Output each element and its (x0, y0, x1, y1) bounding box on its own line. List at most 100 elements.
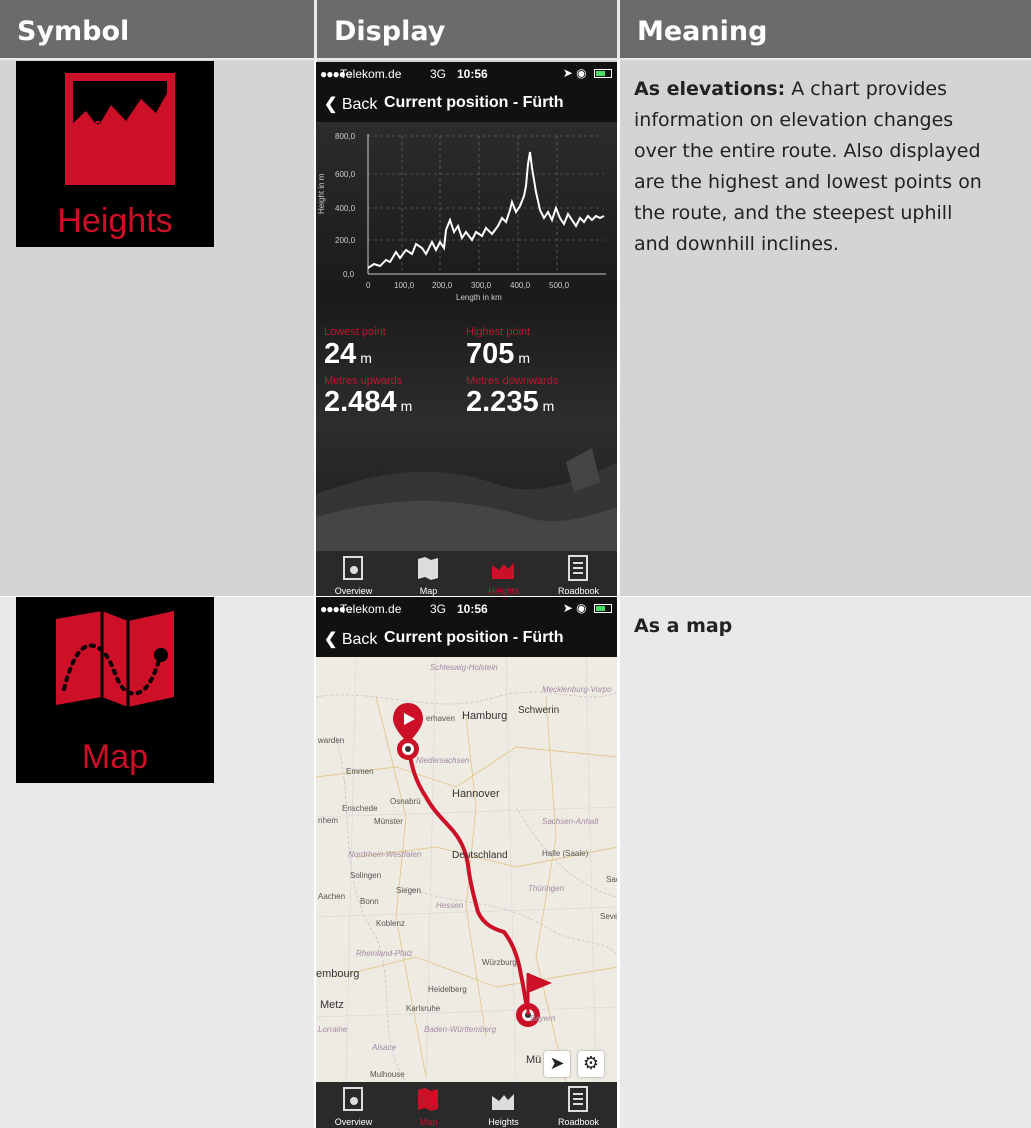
metres-downwards-value: 2.235 m (466, 386, 555, 418)
map-label: erhaven (426, 714, 455, 723)
status-icons: ➤ ◉ (563, 601, 612, 615)
map-label: Mü (526, 1054, 542, 1066)
nav-title: Current position - Fürth (384, 94, 564, 111)
meaning-heading: As elevations: (634, 78, 786, 100)
map-label: Siegen (396, 886, 421, 895)
map-label: Hannover (452, 788, 500, 800)
tab-bar: Overview Map Heights Roadbook (316, 551, 618, 597)
map-label: nhem (318, 816, 339, 825)
network-type: 3G (430, 67, 447, 81)
map-label: Lorraine (318, 1025, 348, 1034)
header-symbol: Symbol (0, 0, 314, 58)
status-bar: ●●●●○ Telekom.de 3G 10:56 ➤ ◉ (316, 62, 618, 84)
tab-roadbook[interactable]: Roadbook (541, 551, 616, 597)
chart-ylabel: Height in m (317, 173, 326, 214)
map-label: Koblenz (376, 919, 405, 928)
ytick-400: 400,0 (335, 204, 356, 213)
back-label: Back (341, 96, 378, 113)
status-bar: ●●●●○ Telekom.de 3G 10:56 ➤ ◉ (316, 597, 618, 619)
roadbook-icon (568, 555, 588, 581)
battery-icon (594, 604, 612, 614)
tab-bar: Overview Map Heights Roadbook (316, 1082, 618, 1128)
ytick-200: 200,0 (335, 236, 356, 245)
map-icon (56, 611, 174, 707)
map-label: Thüringen (528, 884, 565, 893)
lowest-point-value: 24 m (324, 338, 372, 370)
map-label: Nordrhein-Westfalen (348, 850, 422, 859)
map-label: Bonn (360, 897, 379, 906)
locate-button[interactable]: ➤ (544, 1051, 570, 1077)
ytick-600: 600,0 (335, 170, 356, 179)
map-label: Niedersachsen (416, 756, 470, 765)
map-label: Münster (374, 817, 403, 826)
map-label: embourg (316, 968, 360, 980)
back-button[interactable]: ❮ Back (324, 94, 377, 114)
carrier-name: Telekom.de (340, 67, 402, 81)
map-label: Schwerin (518, 705, 560, 716)
map-label: Karlsruhe (406, 1004, 441, 1013)
map-label: Solingen (350, 871, 382, 880)
map-label: Osnabrü (390, 797, 421, 806)
roadbook-icon (568, 1086, 588, 1112)
overview-icon (343, 556, 363, 580)
meaning-text: A chart provides information on elevatio… (634, 78, 982, 255)
status-time: 10:56 (457, 602, 488, 616)
start-pin-icon (393, 703, 423, 760)
settings-button[interactable]: ⚙ (578, 1051, 604, 1077)
map-symbol-tile: Map (16, 597, 214, 783)
map-label: Baden-Württemberg (424, 1025, 497, 1034)
xtick-200: 200,0 (432, 281, 453, 290)
map-label: Mecklenburg-Vorpo (542, 685, 612, 694)
back-button[interactable]: ❮ Back (324, 629, 377, 649)
map-phone-screen: ●●●●○ Telekom.de 3G 10:56 ➤ ◉ ❮ Back Cur… (316, 597, 618, 1128)
highest-point-value: 705 m (466, 338, 531, 370)
battery-icon (594, 69, 612, 79)
heights-symbol-tile: Heights (16, 61, 214, 247)
carrier-name: Telekom.de (340, 602, 402, 616)
map-label: Würzburg (482, 958, 517, 967)
back-label: Back (341, 631, 378, 648)
map-label: Seve (600, 912, 618, 921)
table-row-heights: Heights ●●●●○ Telekom.de 3G 10:56 ➤ ◉ ❮ … (0, 60, 1031, 597)
ytick-800: 800,0 (335, 132, 356, 141)
xtick-300: 300,0 (471, 281, 492, 290)
tab-map[interactable]: Map (391, 1082, 466, 1128)
xtick-500: 500,0 (549, 281, 570, 290)
lowest-point-label: Lowest point (324, 326, 386, 338)
map-label: Hessen (436, 901, 464, 910)
elevation-line (367, 151, 605, 269)
overview-icon (343, 1087, 363, 1111)
heights-icon (492, 557, 514, 579)
table-row-map: Map ●●●●○ Telekom.de 3G 10:56 ➤ ◉ ❮ Back… (0, 597, 1031, 1128)
meaning-heading: As a map (634, 615, 733, 637)
xtick-400: 400,0 (510, 281, 531, 290)
route-line (406, 742, 530, 1016)
xtick-0: 0 (366, 281, 371, 290)
heights-symbol-label: Heights (57, 202, 173, 240)
header-display: Display (317, 0, 617, 58)
tab-heights[interactable]: Heights (466, 551, 541, 597)
tab-overview[interactable]: Overview (316, 1082, 391, 1128)
map-label: Alsace (372, 1043, 397, 1052)
nav-title: Current position - Fürth (384, 629, 564, 646)
chart-area: Height in m 800,0 600,0 400,0 200,0 0,0 … (316, 122, 618, 552)
heights-meaning: As elevations: A chart provides informat… (634, 74, 994, 260)
tab-roadbook[interactable]: Roadbook (541, 1082, 616, 1128)
chart-xlabel: Length in km (456, 293, 502, 302)
tab-map[interactable]: Map (391, 551, 466, 597)
nav-bar: ❮ Back Current position - Fürth (316, 84, 618, 122)
nav-bar: ❮ Back Current position - Fürth (316, 619, 618, 657)
map-meaning: As a map (634, 611, 994, 642)
map-label: Sachsen-Anhalt (542, 817, 599, 826)
tab-overview[interactable]: Overview (316, 551, 391, 597)
metres-upwards-value: 2.484 m (324, 386, 413, 418)
map-symbol-label: Map (81, 738, 149, 776)
chevron-left-icon: ❮ (324, 631, 338, 648)
map-label: Deutschland (452, 850, 508, 861)
map-label: Enschede (342, 804, 378, 813)
network-type: 3G (430, 602, 447, 616)
map-view[interactable]: Schleswig-Holstein Mecklenburg-Vorpo erh… (316, 657, 618, 1082)
tab-heights[interactable]: Heights (466, 1082, 541, 1128)
gear-icon: ⚙ (582, 1053, 600, 1074)
chevron-left-icon: ❮ (324, 96, 338, 113)
